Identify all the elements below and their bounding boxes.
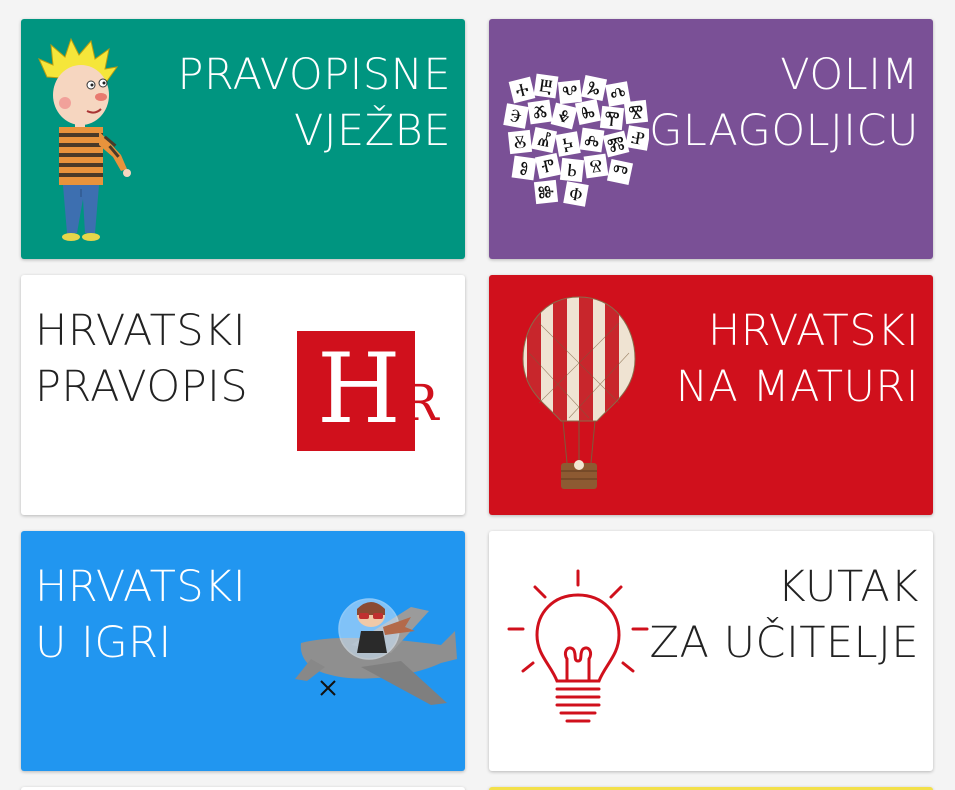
glagolitic-letter: Ⰹ: [599, 105, 625, 131]
glagolitic-letter: Ⰳ: [580, 74, 608, 102]
glagolitic-letter: Ⰱ: [533, 73, 559, 99]
svg-text:Ⰺ: Ⰺ: [627, 101, 644, 123]
svg-text:Ⰻ: Ⰻ: [513, 131, 528, 153]
svg-text:Ⱆ: Ⱆ: [537, 181, 555, 204]
glagolitic-letter: Ⰰ: [508, 76, 536, 104]
glagolitic-letter: Ⰷ: [550, 102, 578, 130]
card-title: HRVATSKI PRAVOPIS: [35, 306, 249, 412]
airplane-pilot-illustration: [295, 598, 457, 705]
hr-logo-letter-h: H: [317, 333, 401, 445]
svg-text:Ⰹ: Ⰹ: [603, 107, 620, 129]
glagolitic-letter: Ⰿ: [602, 130, 630, 158]
glagolitic-letter: Ⱁ: [511, 155, 537, 181]
card-title: HRVATSKI U IGRI: [35, 562, 247, 668]
svg-text:Ⰲ: Ⰲ: [561, 81, 578, 103]
card-pravopisne-vjezbe[interactable]: PRAVOPISNE VJEŽBE: [21, 19, 465, 259]
lightbulb-icon: [507, 569, 649, 723]
hr-logo-letter-r: R: [401, 374, 439, 432]
card-volim-glagoljicu[interactable]: ⰀⰁⰂⰃⰄⰅⰆⰇⰈⰉⰊⰋⰌⰍⰎⰏⰐⰑⰒⰓⰔⰕⰖⰗ VOLIM GLAGOLJIC…: [489, 19, 933, 259]
glagolitic-letter: Ⰸ: [574, 98, 602, 126]
glagolitic-letter: Ⰽ: [555, 131, 581, 157]
card-hrvatski-na-maturi[interactable]: HRVATSKI NA MATURI: [489, 275, 933, 515]
glagolitic-letter: Ⰵ: [503, 103, 529, 129]
card-hrvatski-pravopis[interactable]: HRVATSKI PRAVOPIS H R: [21, 275, 465, 515]
svg-text:Ⰾ: Ⰾ: [583, 129, 601, 152]
card-hrvatski-u-igri[interactable]: HRVATSKI U IGRI: [21, 531, 465, 771]
glagolitic-letter: Ⱆ: [533, 179, 559, 205]
glagolitic-letter: Ⱂ: [534, 152, 562, 180]
glagolitic-letter: Ⱃ: [559, 157, 585, 183]
glagolitic-letter: Ⰻ: [507, 129, 533, 155]
glagolitic-letter: Ⱀ: [625, 125, 651, 151]
glagolitic-letters-collage: ⰀⰁⰂⰃⰄⰅⰆⰇⰈⰉⰊⰋⰌⰍⰎⰏⰐⰑⰒⰓⰔⰕⰖⰗ: [501, 71, 651, 211]
card-title: PRAVOPISNE VJEŽBE: [177, 50, 451, 156]
hot-air-balloon-illustration: [522, 296, 636, 489]
glagolitic-letter: Ⱇ: [563, 181, 589, 207]
card-kutak-za-ucitelje[interactable]: KUTAK ZA UČITELJE: [489, 531, 933, 771]
glagolitic-letter: Ⰼ: [530, 126, 558, 154]
category-grid: PRAVOPISNE VJEŽBE ⰀⰁⰂⰃⰄⰅⰆⰇⰈⰉⰊⰋⰌⰍⰎⰏⰐⰑⰒⰓⰔⰕ…: [0, 0, 955, 790]
glagolitic-letter: Ⱅ: [606, 158, 634, 186]
glagolitic-letter: Ⰶ: [527, 99, 553, 125]
glagolitic-letter: Ⰺ: [623, 99, 649, 125]
svg-text:Ⰶ: Ⰶ: [532, 101, 549, 124]
card-title: HRVATSKI NA MATURI: [675, 306, 919, 412]
boy-illustration: [38, 37, 131, 241]
card-title: VOLIM GLAGOLJICU: [649, 50, 919, 156]
glagolitic-letter: Ⱄ: [583, 153, 609, 179]
glagolitic-letter: Ⰾ: [579, 127, 605, 153]
glagolitic-letter: Ⰲ: [557, 79, 583, 105]
hr-logo: H R: [297, 331, 457, 451]
card-title: KUTAK ZA UČITELJE: [649, 562, 919, 668]
